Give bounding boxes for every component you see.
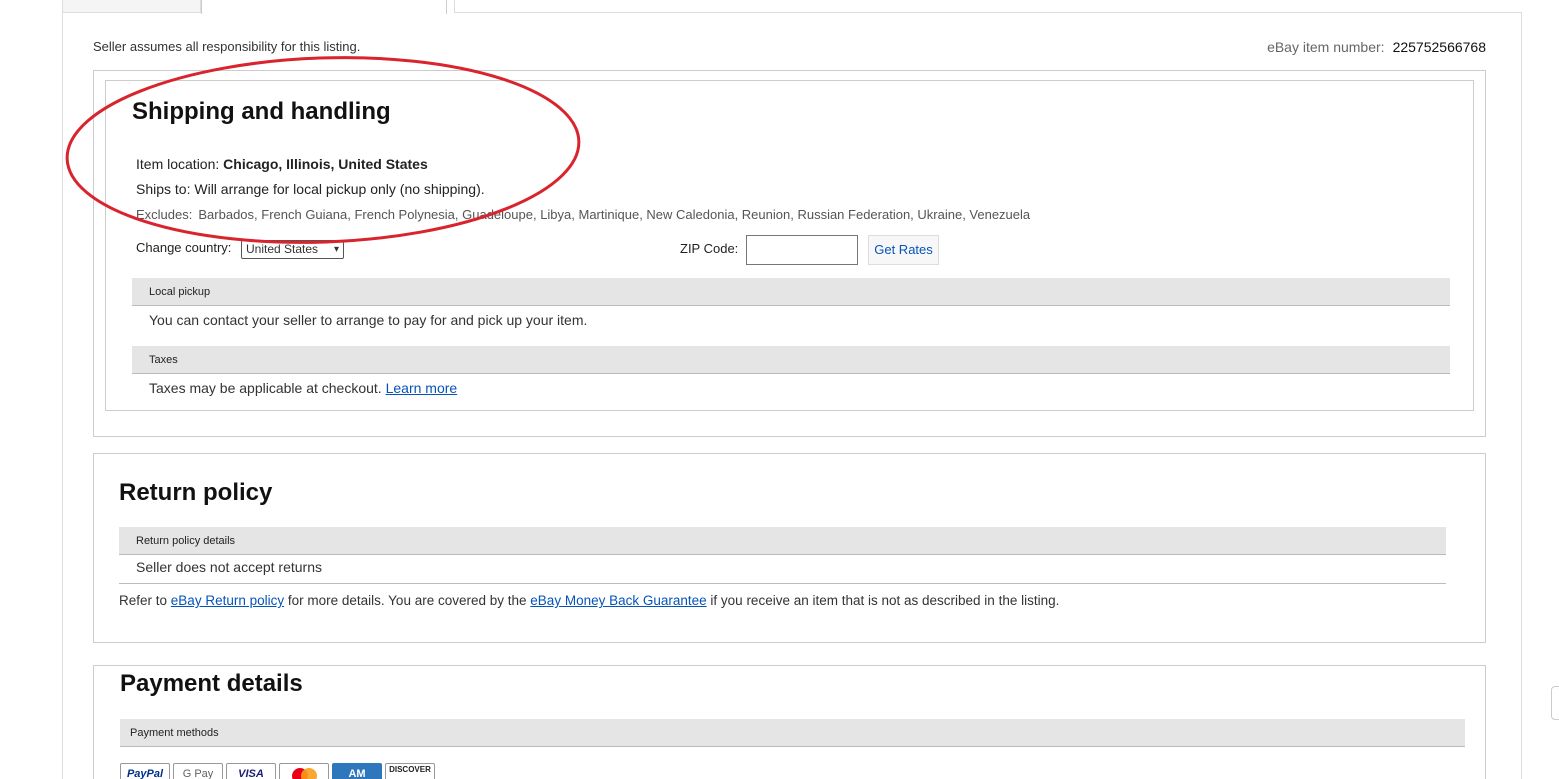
mastercard-logo-icon (279, 763, 329, 779)
change-country-label: Change country: (136, 240, 232, 255)
taxes-header: Taxes (132, 346, 1450, 374)
refer-suffix: if you receive an item that is not as de… (710, 593, 1060, 608)
get-rates-button[interactable]: Get Rates (868, 235, 939, 265)
excludes-label: Excludes: (136, 207, 193, 222)
divider (119, 583, 1446, 584)
discover-logo-icon: DISCOVER (385, 763, 435, 779)
item-location-label: Item location: (136, 156, 220, 172)
taxes-text: Taxes may be applicable at checkout. (149, 380, 382, 396)
payment-methods-header: Payment methods (120, 719, 1465, 747)
zip-code-input[interactable] (746, 235, 858, 265)
item-number: eBay item number: 225752566768 (1267, 39, 1486, 55)
return-policy-refer: Refer to eBay Return policy for more det… (119, 593, 1059, 608)
visa-logo-icon: VISA (226, 763, 276, 779)
local-pickup-text: You can contact your seller to arrange t… (149, 312, 588, 328)
shipping-title: Shipping and handling (132, 98, 391, 125)
return-policy-title: Return policy (119, 479, 273, 506)
item-location: Item location: Chicago, Illinois, United… (136, 156, 428, 172)
zip-code-label: ZIP Code: (680, 241, 739, 256)
country-select[interactable]: United States ▾ (241, 240, 344, 259)
ships-to: Ships to: Will arrange for local pickup … (136, 181, 485, 197)
local-pickup-header: Local pickup (132, 278, 1450, 306)
refer-middle: for more details. You are covered by the (287, 593, 527, 608)
return-policy-details-text: Seller does not accept returns (136, 559, 322, 575)
feedback-edge-tab[interactable] (1551, 686, 1559, 720)
ebay-return-policy-link[interactable]: eBay Return policy (171, 593, 284, 608)
country-selected-value: United States (246, 242, 319, 256)
chevron-down-icon: ▾ (333, 244, 339, 255)
amex-logo-icon: AM (332, 763, 382, 779)
refer-prefix: Refer to (119, 593, 168, 608)
excludes: Excludes: Barbados, French Guiana, French… (136, 207, 1030, 222)
return-policy-details-header: Return policy details (119, 527, 1446, 555)
seller-responsibility-note: Seller assumes all responsibility for th… (93, 39, 361, 54)
payment-details-title: Payment details (120, 670, 303, 697)
item-location-value: Chicago, Illinois, United States (223, 156, 428, 172)
excludes-value: Barbados, French Guiana, French Polynesi… (198, 207, 1031, 222)
taxes-text-row: Taxes may be applicable at checkout. Lea… (149, 380, 457, 396)
paypal-logo-icon: PayPal (120, 763, 170, 779)
money-back-guarantee-link[interactable]: eBay Money Back Guarantee (530, 593, 706, 608)
item-number-value: 225752566768 (1392, 39, 1486, 55)
google-pay-logo-icon: G Pay (173, 763, 223, 779)
learn-more-link[interactable]: Learn more (386, 380, 458, 396)
ships-to-value: Will arrange for local pickup only (no s… (194, 181, 485, 197)
item-number-label: eBay item number: (1267, 39, 1385, 55)
ships-to-label: Ships to: (136, 181, 191, 197)
